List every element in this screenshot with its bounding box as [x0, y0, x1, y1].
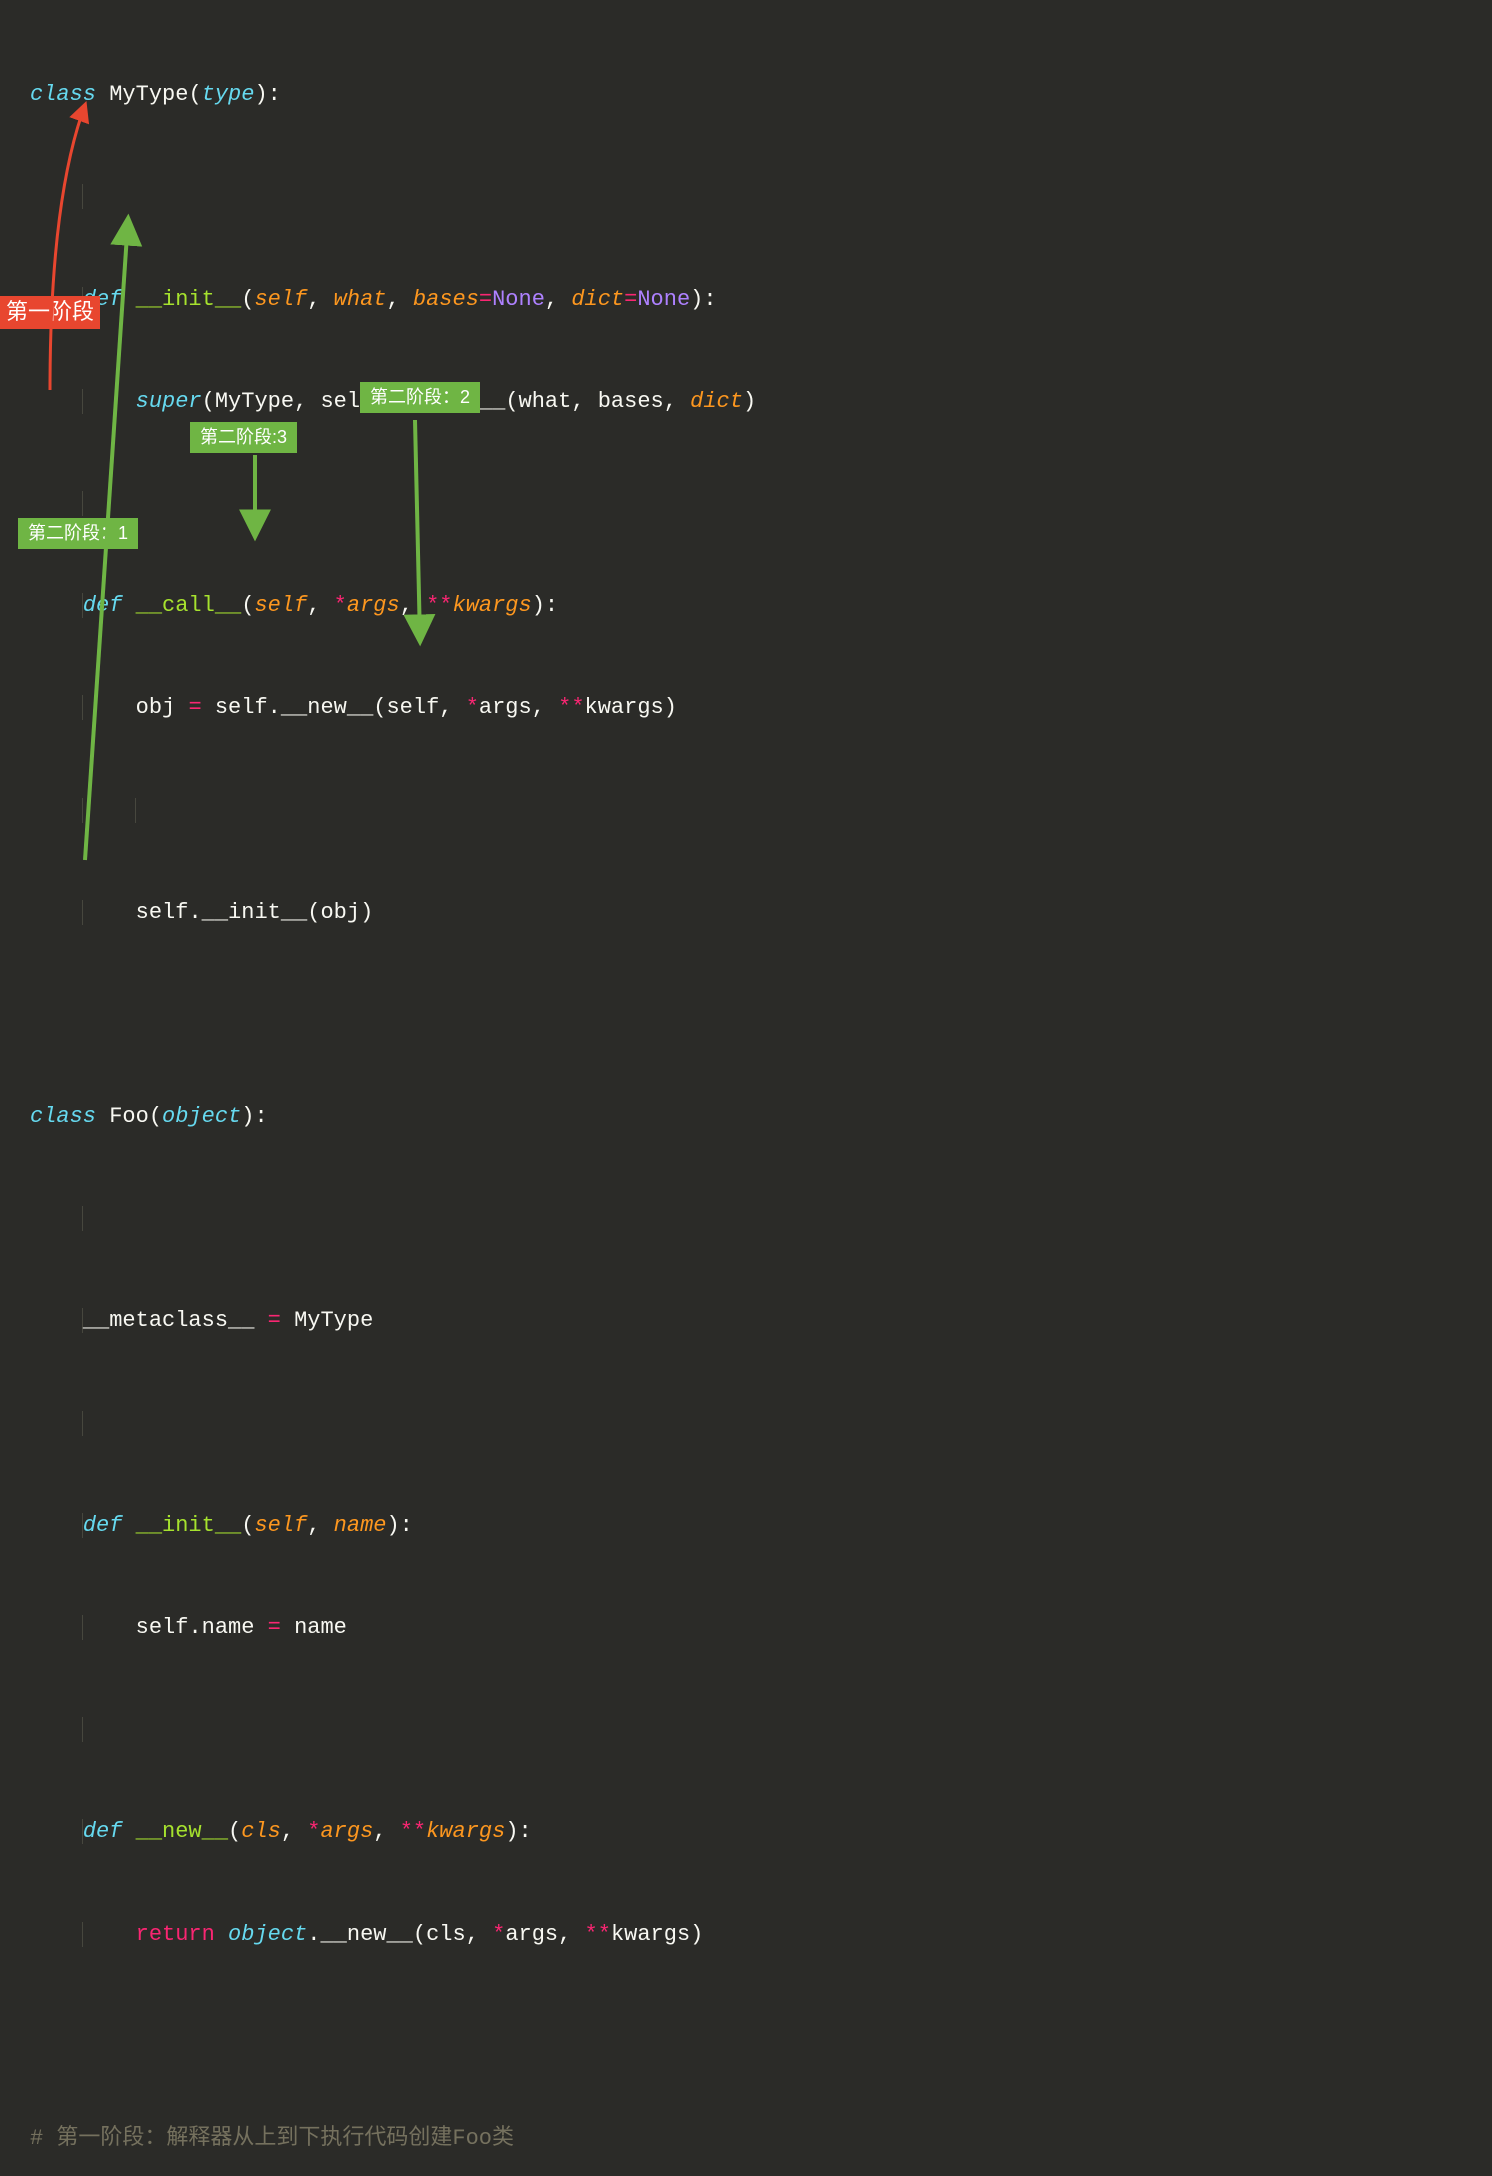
code-line: class MyType(type):: [0, 78, 1492, 112]
code-line: return object.__new__(cls, *args, **kwar…: [0, 1918, 1492, 1952]
code-line: [0, 998, 1492, 1032]
code-line: self.__init__(obj): [0, 896, 1492, 930]
comment: # 第一阶段：解释器从上到下执行代码创建Foo类: [30, 2126, 514, 2151]
code-line: [0, 1202, 1492, 1236]
code-line: def __init__(self, name):: [0, 1509, 1492, 1543]
code-line: def __new__(cls, *args, **kwargs):: [0, 1815, 1492, 1849]
code-line: def __call__(self, *args, **kwargs):: [0, 589, 1492, 623]
code-line: [0, 487, 1492, 521]
code-line: __metaclass__ = MyType: [0, 1304, 1492, 1338]
code-line: # 第一阶段：解释器从上到下执行代码创建Foo类: [0, 2122, 1492, 2156]
annotation-phase1: 第一阶段: [0, 296, 100, 329]
code-line: [0, 2020, 1492, 2054]
code-line: super(MyType, self).__init__(what, bases…: [0, 385, 1492, 419]
annotation-phase2-2: 第二阶段：2: [360, 382, 480, 413]
code-line: [0, 180, 1492, 214]
code-line: [0, 1407, 1492, 1441]
base-type: type: [202, 82, 255, 107]
code-line: [0, 1713, 1492, 1747]
method-name: __init__: [136, 287, 242, 312]
keyword-class: class: [30, 82, 96, 107]
code-line: obj = self.__new__(self, *args, **kwargs…: [0, 691, 1492, 725]
code-line: self.name = name: [0, 1611, 1492, 1645]
code-line: def __init__(self, what, bases=None, dic…: [0, 283, 1492, 317]
code-line: class Foo(object):: [0, 1100, 1492, 1134]
code-line: [0, 794, 1492, 828]
annotation-phase2-3: 第二阶段:3: [190, 422, 297, 453]
code-block: class MyType(type): def __init__(self, w…: [0, 10, 1492, 2176]
annotation-phase2-1: 第二阶段：1: [18, 518, 138, 549]
class-name: MyType: [109, 82, 188, 107]
